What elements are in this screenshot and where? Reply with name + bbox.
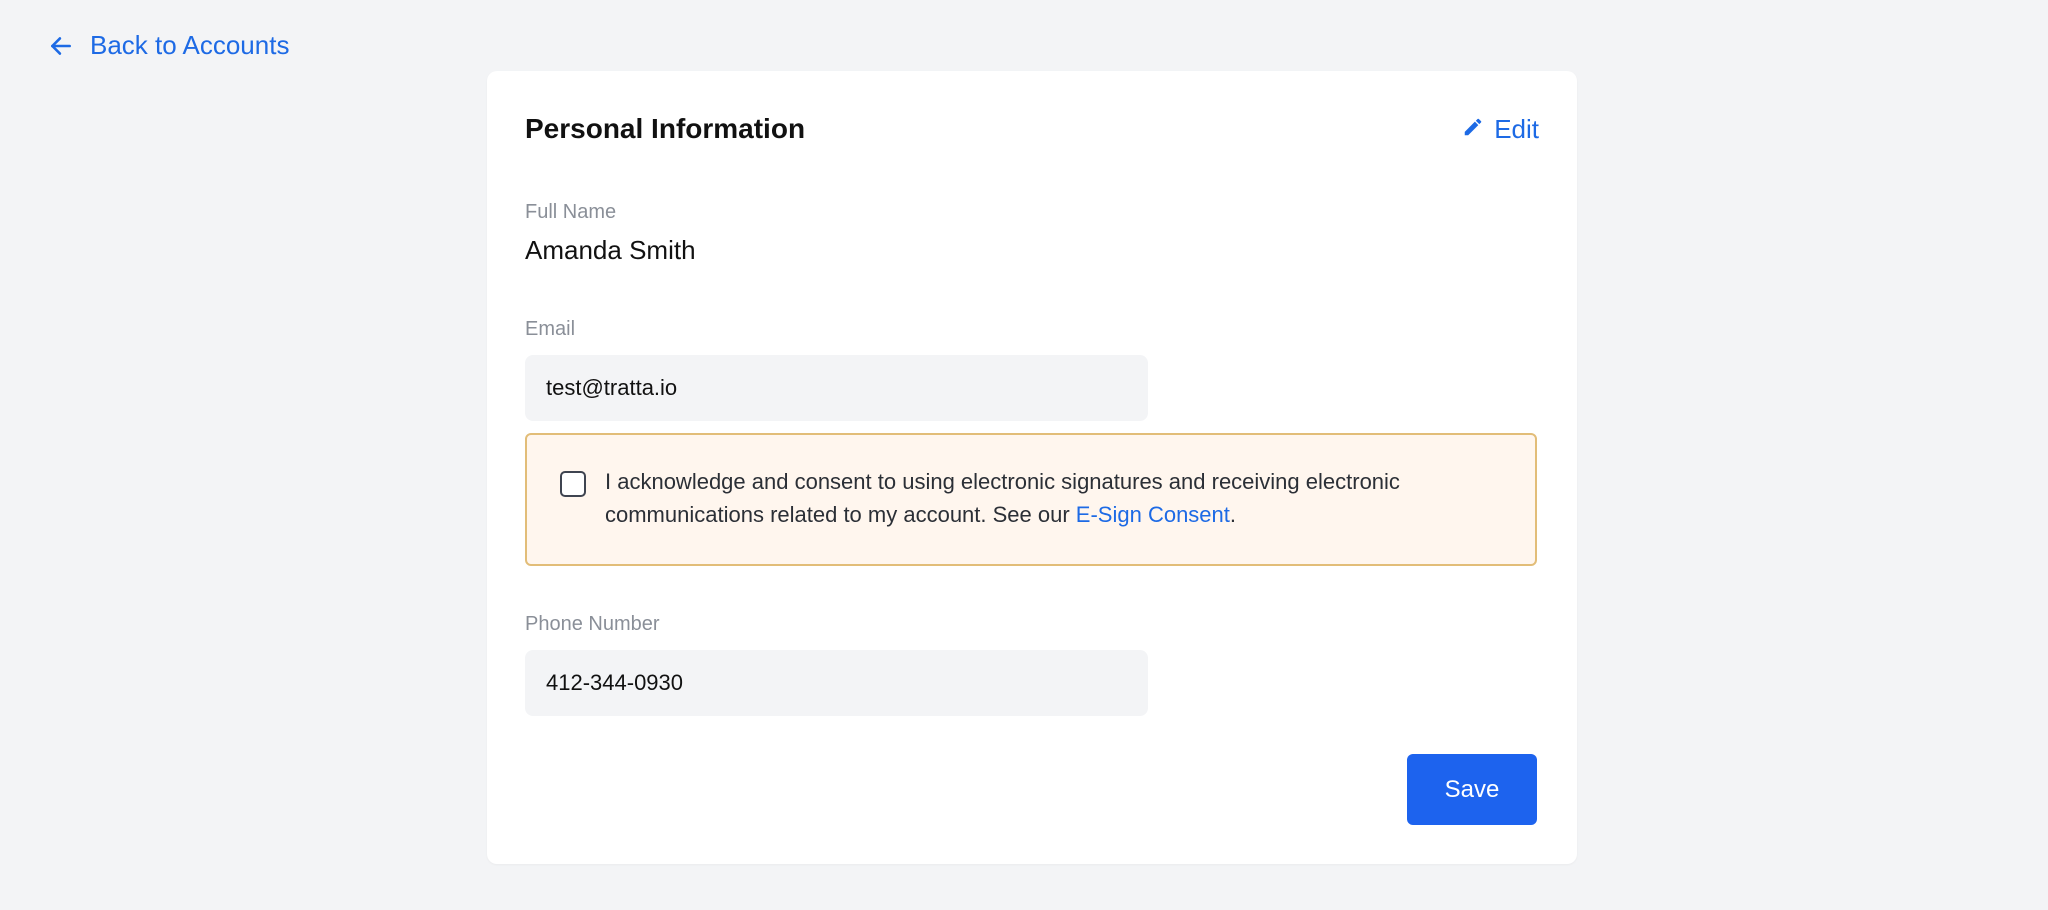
- email-label: Email: [525, 318, 576, 340]
- back-to-accounts-link[interactable]: Back to Accounts: [48, 30, 289, 61]
- edit-label: Edit: [1494, 113, 1539, 144]
- card-header: Personal Information Edit: [525, 113, 1539, 145]
- esign-consent-box: I acknowledge and consent to using elect…: [525, 433, 1537, 566]
- esign-consent-link[interactable]: E-Sign Consent: [1076, 502, 1230, 527]
- phone-number-field[interactable]: [525, 650, 1148, 716]
- full-name-label: Full Name: [525, 201, 617, 223]
- full-name-value: Amanda Smith: [525, 235, 696, 265]
- consent-checkbox[interactable]: [560, 471, 586, 497]
- consent-text: I acknowledge and consent to using elect…: [605, 465, 1445, 531]
- save-button[interactable]: Save: [1407, 754, 1537, 825]
- edit-button[interactable]: Edit: [1462, 114, 1539, 145]
- back-link-label: Back to Accounts: [90, 30, 290, 60]
- card-title: Personal Information: [525, 113, 806, 144]
- consent-statement: I acknowledge and consent to using elect…: [605, 469, 1400, 527]
- arrow-left-icon: [48, 33, 74, 59]
- pencil-icon: [1462, 114, 1484, 145]
- consent-suffix: .: [1229, 502, 1237, 527]
- phone-number-label: Phone Number: [525, 613, 660, 635]
- personal-information-card: Personal Information Edit Full Name Aman…: [487, 71, 1577, 864]
- email-field[interactable]: [525, 355, 1148, 421]
